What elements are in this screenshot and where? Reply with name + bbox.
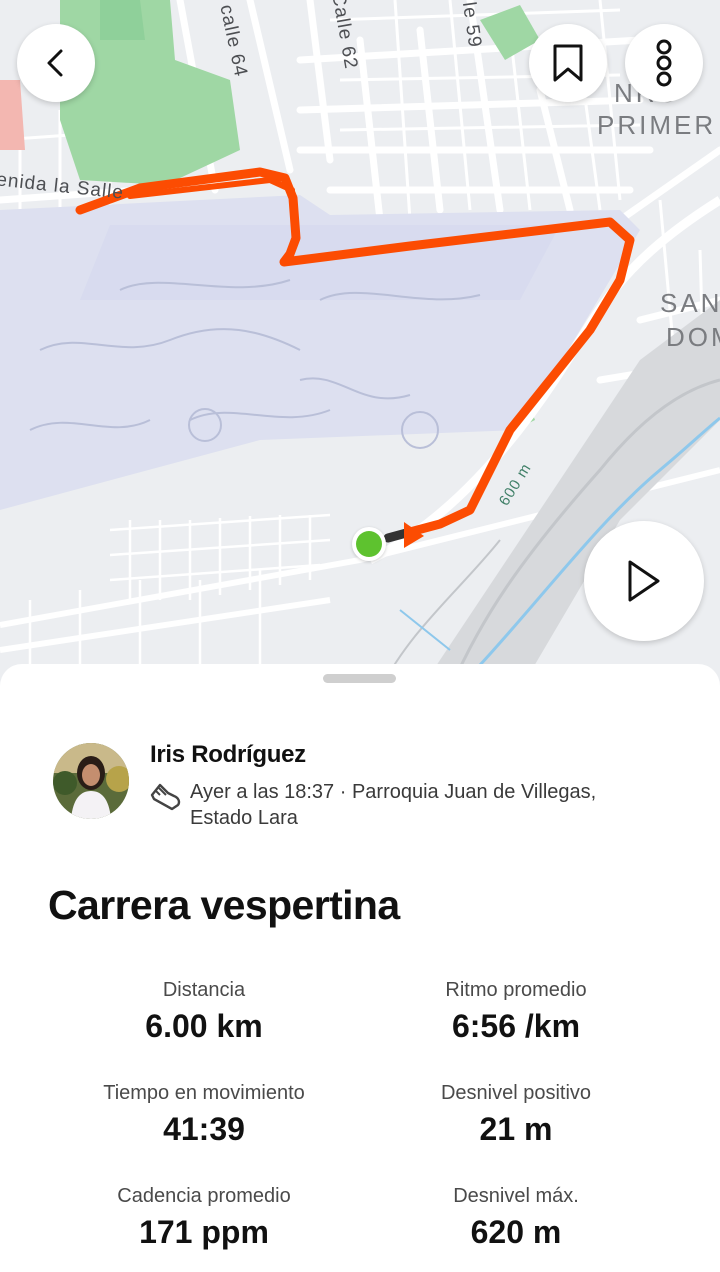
running-shoe-icon (150, 783, 181, 811)
stat-label: Ritmo promedio (445, 979, 587, 1001)
area-label: PRIMER (597, 110, 717, 140)
stat-avg-pace: Ritmo promedio 6:56 /km (356, 979, 676, 1045)
start-marker (352, 527, 386, 561)
area-label: SAN (660, 288, 720, 318)
stat-value: 6.00 km (145, 1008, 263, 1044)
back-button[interactable] (17, 24, 95, 102)
stat-elevation-gain: Desnivel positivo 21 m (356, 1082, 676, 1148)
activity-sheet: Iris Rodríguez Ayer a las 18:37 · Parroq… (0, 664, 720, 1272)
stat-value: 6:56 /km (451, 1008, 581, 1044)
stat-label: Cadencia promedio (117, 1185, 291, 1207)
stat-value: 620 m (470, 1214, 562, 1250)
stat-value: 171 ppm (139, 1214, 269, 1250)
stat-label: Tiempo en movimiento (103, 1082, 305, 1104)
more-vertical-icon (656, 39, 672, 87)
avatar[interactable] (53, 743, 129, 819)
stat-value: 41:39 (163, 1111, 245, 1147)
activity-meta-line1: Ayer a las 18:37 · Parroquia Juan de Vil… (190, 781, 597, 803)
stat-value: 21 m (479, 1111, 553, 1147)
stat-avg-cadence: Cadencia promedio 171 ppm (44, 1185, 364, 1251)
stat-distance: Distancia 6.00 km (44, 979, 364, 1045)
bookmark-icon (553, 44, 583, 82)
activity-title: Carrera vespertina (48, 882, 400, 928)
area-label: DOMI (666, 322, 720, 352)
stat-max-elevation: Desnivel máx. 620 m (356, 1185, 676, 1251)
athlete-name[interactable]: Iris Rodríguez (150, 741, 306, 769)
activity-meta-line2: Estado Lara (190, 807, 298, 829)
chevron-left-icon (47, 49, 63, 77)
stat-label: Desnivel positivo (440, 1082, 592, 1104)
bookmark-button[interactable] (529, 24, 607, 102)
play-icon (628, 560, 660, 602)
route-map[interactable]: enida la Salle calle 64 Calle 62 le 59 6… (0, 0, 720, 690)
more-options-button[interactable] (625, 24, 703, 102)
stat-label: Distancia (162, 979, 246, 1001)
stat-moving-time: Tiempo en movimiento 41:39 (44, 1082, 364, 1148)
play-flyover-button[interactable] (584, 521, 704, 641)
sheet-drag-handle[interactable] (323, 674, 396, 683)
stat-label: Desnivel máx. (453, 1185, 579, 1207)
